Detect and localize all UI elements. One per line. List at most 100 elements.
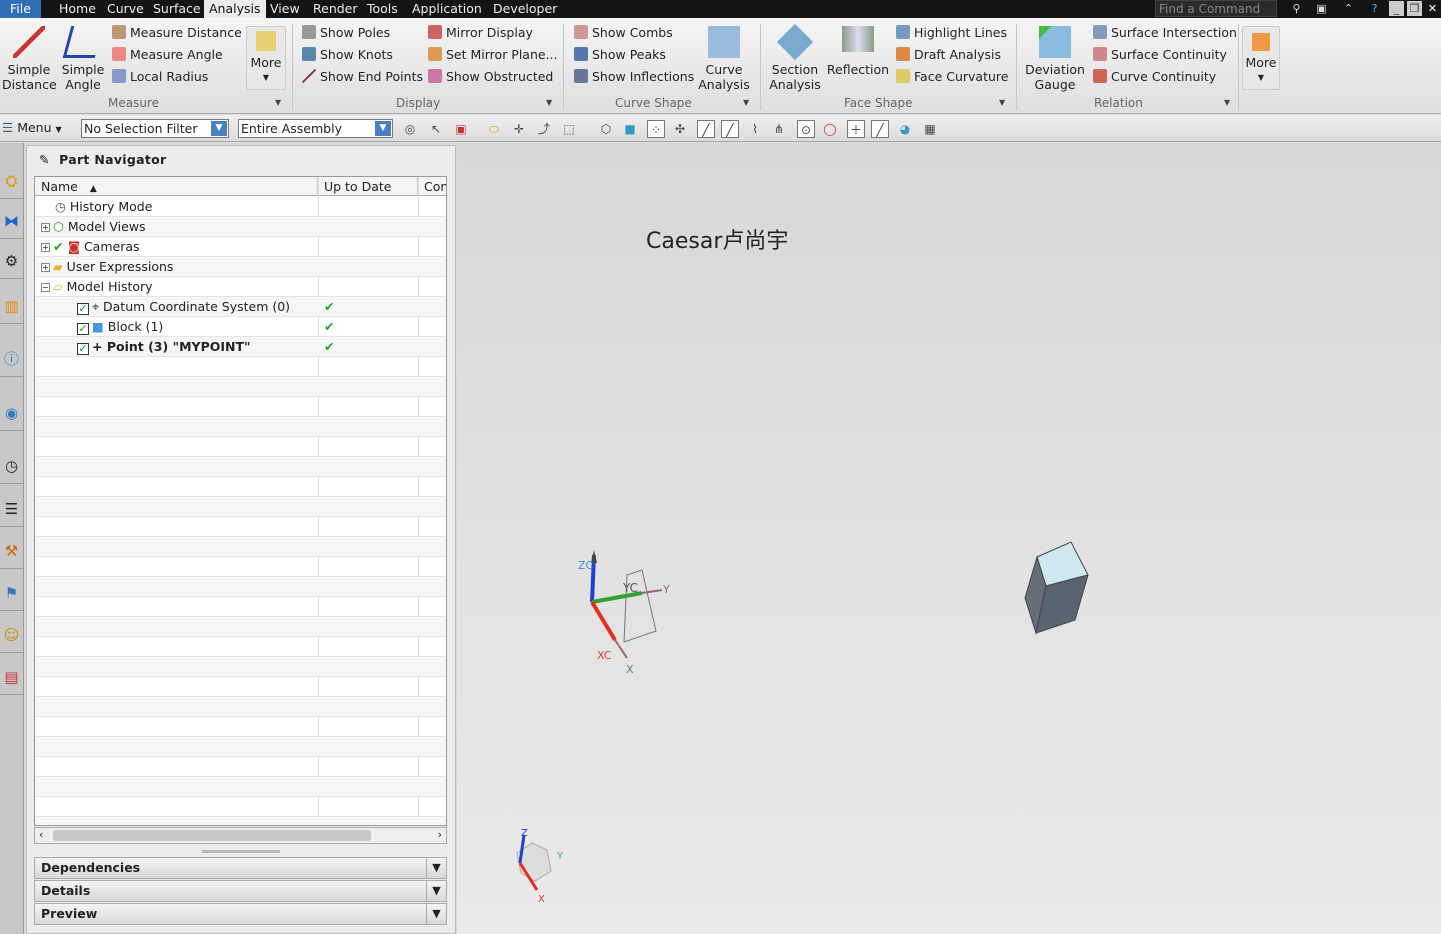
select-body-icon[interactable]: ⬭: [485, 120, 503, 138]
column-header-name[interactable]: Name ▲: [35, 177, 318, 196]
shaded-icon[interactable]: ■: [621, 120, 639, 138]
assembly-scope-dropdown[interactable]: Entire Assembly ▼: [238, 119, 393, 138]
snap-settings-icon[interactable]: ✣: [671, 120, 689, 138]
expand-icon[interactable]: +: [41, 223, 50, 232]
table-row[interactable]: [35, 657, 446, 677]
ribbon-more-button[interactable]: More ▼: [1242, 26, 1280, 90]
horizontal-scrollbar[interactable]: ‹ ›: [34, 827, 447, 844]
table-row[interactable]: [35, 717, 446, 737]
set-mirror-plane-button[interactable]: Set Mirror Plane...: [428, 45, 558, 65]
table-row[interactable]: + ✔ ◙ Cameras: [35, 237, 446, 257]
show-knots-button[interactable]: Show Knots: [302, 45, 393, 65]
table-row[interactable]: [35, 577, 446, 597]
file-tab[interactable]: File: [0, 0, 41, 18]
reuse-library-icon[interactable]: ▥: [0, 288, 23, 324]
table-row[interactable]: [35, 757, 446, 777]
local-radius-button[interactable]: Local Radius: [112, 67, 208, 87]
block-solid[interactable]: [1024, 541, 1089, 635]
column-header-comment[interactable]: Con: [418, 177, 446, 196]
table-row[interactable]: [35, 417, 446, 437]
measure-angle-button[interactable]: Measure Angle: [112, 45, 223, 65]
bounded-grid-icon[interactable]: ▦: [921, 120, 939, 138]
select-feature-icon[interactable]: ↖: [427, 120, 445, 138]
simple-distance-button[interactable]: Simple Distance: [2, 26, 57, 92]
curve-shape-group-dropdown[interactable]: ▼: [743, 98, 749, 107]
menu-button[interactable]: ☰ Menu ▼: [2, 120, 62, 135]
table-row[interactable]: ✓ ⌖ Datum Coordinate System (0) ✔: [35, 297, 446, 317]
tab-analysis[interactable]: Analysis: [204, 0, 266, 20]
control-point-icon[interactable]: ⌇: [746, 120, 764, 138]
table-row[interactable]: [35, 377, 446, 397]
show-combs-button[interactable]: Show Combs: [574, 23, 673, 43]
preview-panel[interactable]: Preview ▼: [34, 903, 447, 925]
table-row[interactable]: ◷ History Mode: [35, 197, 446, 217]
palettes-icon[interactable]: ▤: [0, 659, 23, 695]
table-row[interactable]: [35, 697, 446, 717]
reflection-button[interactable]: Reflection: [826, 26, 890, 77]
find-command-input[interactable]: Find a Command: [1155, 0, 1277, 17]
measure-group-dropdown[interactable]: ▼: [275, 98, 281, 107]
mirror-display-button[interactable]: Mirror Display: [428, 23, 533, 43]
table-row[interactable]: − ▱ Model History: [35, 277, 446, 297]
table-row[interactable]: [35, 457, 446, 477]
table-row[interactable]: [35, 617, 446, 637]
table-row[interactable]: + ⬡ Model Views: [35, 217, 446, 237]
show-obstructed-button[interactable]: Show Obstructed: [428, 67, 553, 87]
tab-application[interactable]: Application: [407, 0, 487, 18]
surface-intersection-button[interactable]: Surface Intersection: [1093, 23, 1237, 43]
splitter-handle[interactable]: [202, 850, 280, 853]
table-row[interactable]: [35, 677, 446, 697]
table-row[interactable]: [35, 637, 446, 657]
snap-point-icon[interactable]: ⁘: [647, 120, 665, 138]
intersection-point-icon[interactable]: ⋔: [770, 120, 788, 138]
tab-surface[interactable]: Surface: [148, 0, 206, 18]
pin-icon[interactable]: ✎: [39, 152, 50, 167]
display-group-dropdown[interactable]: ▼: [546, 98, 552, 107]
existing-point-icon[interactable]: ＋: [847, 120, 865, 138]
table-row[interactable]: [35, 357, 446, 377]
dependencies-panel[interactable]: Dependencies ▼: [34, 857, 447, 879]
table-row[interactable]: [35, 557, 446, 577]
roles-icon[interactable]: ⚑: [0, 575, 23, 611]
tab-render[interactable]: Render: [308, 0, 363, 18]
table-row[interactable]: + ▰ User Expressions: [35, 257, 446, 277]
visibility-checkbox[interactable]: ✓: [77, 343, 89, 355]
scrollbar-thumb[interactable]: [53, 830, 371, 841]
tab-tools[interactable]: Tools: [362, 0, 403, 18]
show-inflections-button[interactable]: Show Inflections: [574, 67, 694, 87]
quadrant-point-icon[interactable]: ◯: [821, 120, 839, 138]
arc-center-icon[interactable]: ⊙: [797, 120, 815, 138]
select-edge-icon[interactable]: ⤴: [535, 120, 553, 138]
section-analysis-button[interactable]: Section Analysis: [768, 23, 822, 92]
history-icon[interactable]: ◷: [0, 448, 23, 484]
tab-curve[interactable]: Curve: [102, 0, 149, 18]
measure-distance-button[interactable]: Measure Distance: [112, 23, 242, 43]
tab-developer[interactable]: Developer: [488, 0, 562, 18]
column-header-up-to-date[interactable]: Up to Date: [318, 177, 418, 196]
table-row[interactable]: [35, 497, 446, 517]
visibility-checkbox[interactable]: ✓: [77, 323, 89, 335]
manufacturing-wizards-icon[interactable]: ⚒: [0, 533, 23, 569]
scroll-left-icon[interactable]: ‹: [39, 828, 43, 841]
table-row[interactable]: [35, 737, 446, 757]
general-selection-icon[interactable]: ◎: [401, 120, 419, 138]
table-row[interactable]: [35, 477, 446, 497]
table-row[interactable]: [35, 517, 446, 537]
minimize-icon[interactable]: _: [1389, 1, 1404, 16]
selection-filter-dropdown[interactable]: No Selection Filter ▼: [81, 119, 229, 138]
wireframe-icon[interactable]: ⬡: [597, 120, 615, 138]
curve-continuity-button[interactable]: Curve Continuity: [1093, 67, 1216, 87]
tab-view[interactable]: View: [265, 0, 305, 18]
graphics-viewport[interactable]: Caesar卢尚宇 ZC YC Y XC X Z Y X: [457, 143, 1441, 934]
wcs-csys[interactable]: ZC YC Y XC X: [578, 550, 670, 676]
table-row[interactable]: [35, 797, 446, 817]
help-icon[interactable]: ?: [1367, 1, 1382, 16]
table-row[interactable]: ✓ + Point (3) "MYPOINT" ✔: [35, 337, 446, 357]
point-on-face-icon[interactable]: ◕: [896, 120, 914, 138]
measure-more-button[interactable]: More ▼: [246, 26, 286, 90]
table-row[interactable]: ✓ ■ Block (1) ✔: [35, 317, 446, 337]
deviation-gauge-button[interactable]: Deviation Gauge: [1024, 26, 1086, 92]
constraint-navigator-icon[interactable]: ⧓: [0, 203, 23, 239]
hd3d-tools-icon[interactable]: ⓘ: [0, 341, 23, 377]
fullscreen-icon[interactable]: ▣: [1314, 1, 1329, 16]
